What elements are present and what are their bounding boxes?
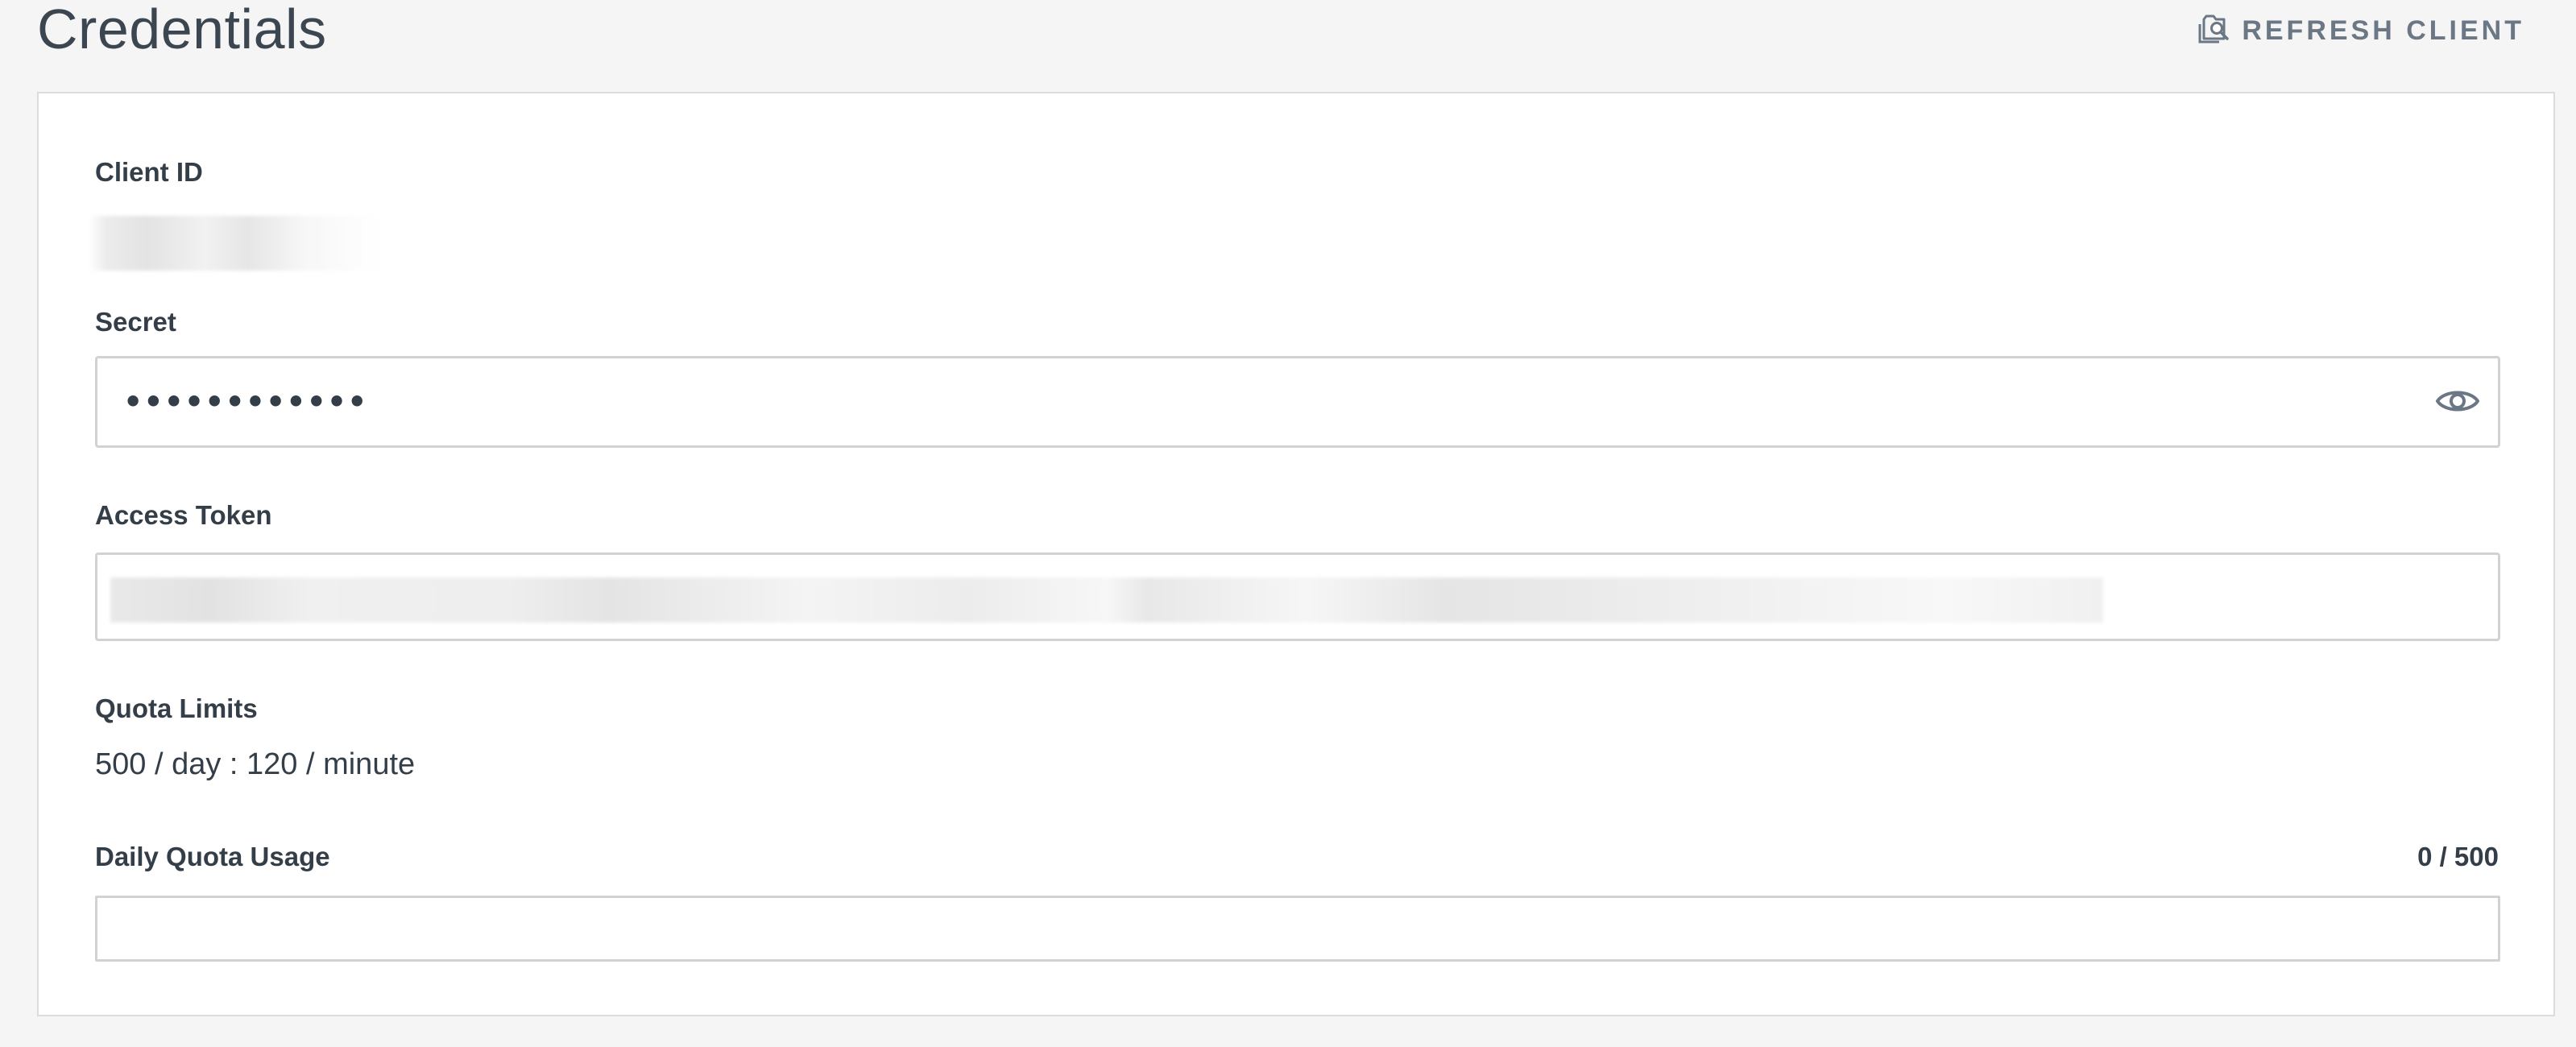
daily-quota-progress-bar [95,896,2500,962]
client-id-value [89,216,379,271]
access-token-label: Access Token [95,500,272,530]
refresh-client-label: REFRESH CLIENT [2242,14,2524,46]
client-id-label: Client ID [95,157,203,187]
eye-icon [2435,385,2480,420]
secret-label: Secret [95,307,176,337]
quota-limits-value: 500 / day : 120 / minute [95,747,416,781]
access-token-field[interactable] [95,552,2500,641]
refresh-client-button[interactable]: REFRESH CLIENT [2197,14,2524,47]
page-title: Credentials [37,0,327,60]
daily-quota-usage-label: Daily Quota Usage [95,842,330,871]
quota-limits-label: Quota Limits [95,693,258,723]
refresh-icon [2197,14,2232,47]
show-secret-button[interactable] [2425,370,2490,434]
credentials-card: Client ID Secret •••••••••••• Access Tok… [37,92,2555,1016]
daily-quota-usage-count: 0 / 500 [2417,842,2499,871]
access-token-value [110,577,2103,623]
secret-field[interactable]: •••••••••••• [95,356,2500,448]
secret-value: •••••••••••• [123,384,368,420]
